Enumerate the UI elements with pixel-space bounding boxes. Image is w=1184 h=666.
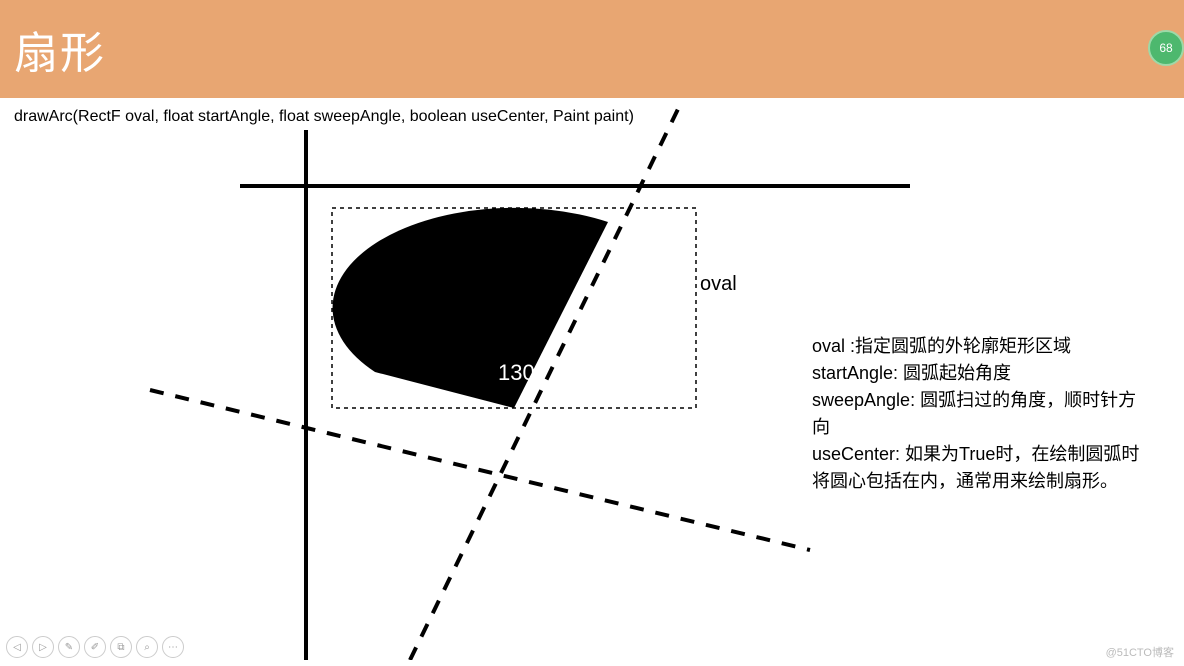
explanation-block: oval :指定圆弧的外轮廓矩形区域 startAngle: 圆弧起始角度 sw… (812, 333, 1142, 495)
guide-line-shallow (150, 390, 810, 550)
angle-label: 130° (498, 360, 544, 386)
more-button[interactable]: ⋯ (162, 636, 184, 658)
page-title: 扇形 (14, 17, 106, 81)
next-button[interactable]: ▷ (32, 636, 54, 658)
header-bar: 扇形 68 (0, 0, 1184, 98)
explain-usecenter: useCenter: 如果为True时，在绘制圆弧时将圆心包括在内，通常用来绘制… (812, 441, 1142, 495)
arc-sector (333, 208, 608, 408)
prev-button[interactable]: ◁ (6, 636, 28, 658)
oval-label: oval (700, 273, 737, 296)
watermark: @51CTO博客 (1106, 644, 1174, 660)
slide-number-badge: 68 (1148, 30, 1184, 66)
explain-oval: oval :指定圆弧的外轮廓矩形区域 (812, 333, 1142, 360)
fold-button[interactable]: ⧉ (110, 636, 132, 658)
explain-startangle: startAngle: 圆弧起始角度 (812, 360, 1142, 387)
zoom-button[interactable]: ⌕ (136, 636, 158, 658)
pen-button[interactable]: ✎ (58, 636, 80, 658)
explain-sweepangle: sweepAngle: 圆弧扫过的角度，顺时针方向 (812, 387, 1142, 441)
bottom-toolbar: ◁ ▷ ✎ ✐ ⧉ ⌕ ⋯ (6, 636, 184, 658)
highlighter-button[interactable]: ✐ (84, 636, 106, 658)
